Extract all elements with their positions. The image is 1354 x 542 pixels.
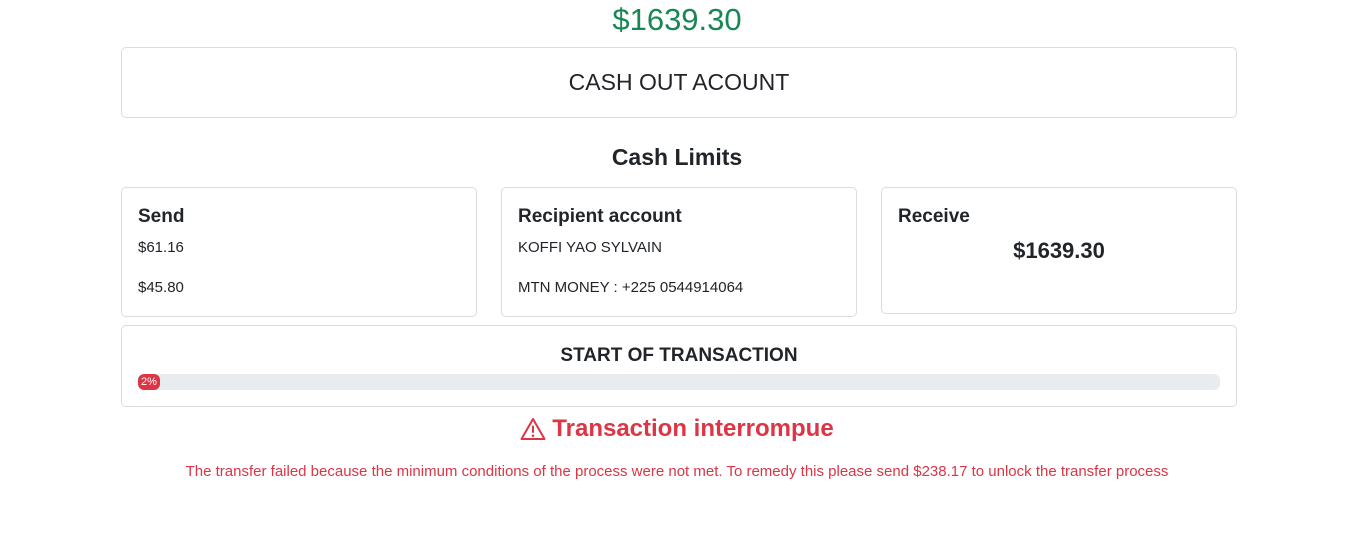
recipient-name: KOFFI YAO SYLVAIN [518, 239, 662, 256]
balance-amount: $1639.30 [612, 2, 742, 37]
error-message: The transfer failed because the minimum … [185, 463, 1169, 480]
transaction-progress-card: START OF TRANSACTION 2% [121, 325, 1237, 407]
recipient-title: Recipient account [518, 206, 682, 227]
receive-card: Receive $1639.30 [881, 187, 1237, 314]
transaction-title: START OF TRANSACTION [560, 345, 798, 366]
progress-bar: 2% [138, 374, 160, 390]
error-title: Transaction interrompue [552, 415, 834, 442]
send-amount-1: $61.16 [138, 239, 184, 256]
recipient-account-number: MTN MONEY : +225 0544914064 [518, 279, 744, 296]
send-amount-2: $45.80 [138, 279, 184, 296]
cashout-account-header: CASH OUT ACOUNT [121, 47, 1237, 118]
error-heading: Transaction interrompue [0, 415, 1354, 443]
receive-title: Receive [898, 206, 970, 227]
warning-triangle-icon [520, 417, 546, 441]
recipient-card: Recipient account KOFFI YAO SYLVAIN MTN … [501, 187, 857, 317]
send-title: Send [138, 206, 185, 227]
receive-amount: $1639.30 [1013, 238, 1105, 263]
cash-limits-title: Cash Limits [611, 144, 743, 170]
cashout-title: CASH OUT ACOUNT [568, 69, 790, 95]
progress-track: 2% [138, 374, 1220, 390]
send-card: Send $61.16 $45.80 [121, 187, 477, 317]
